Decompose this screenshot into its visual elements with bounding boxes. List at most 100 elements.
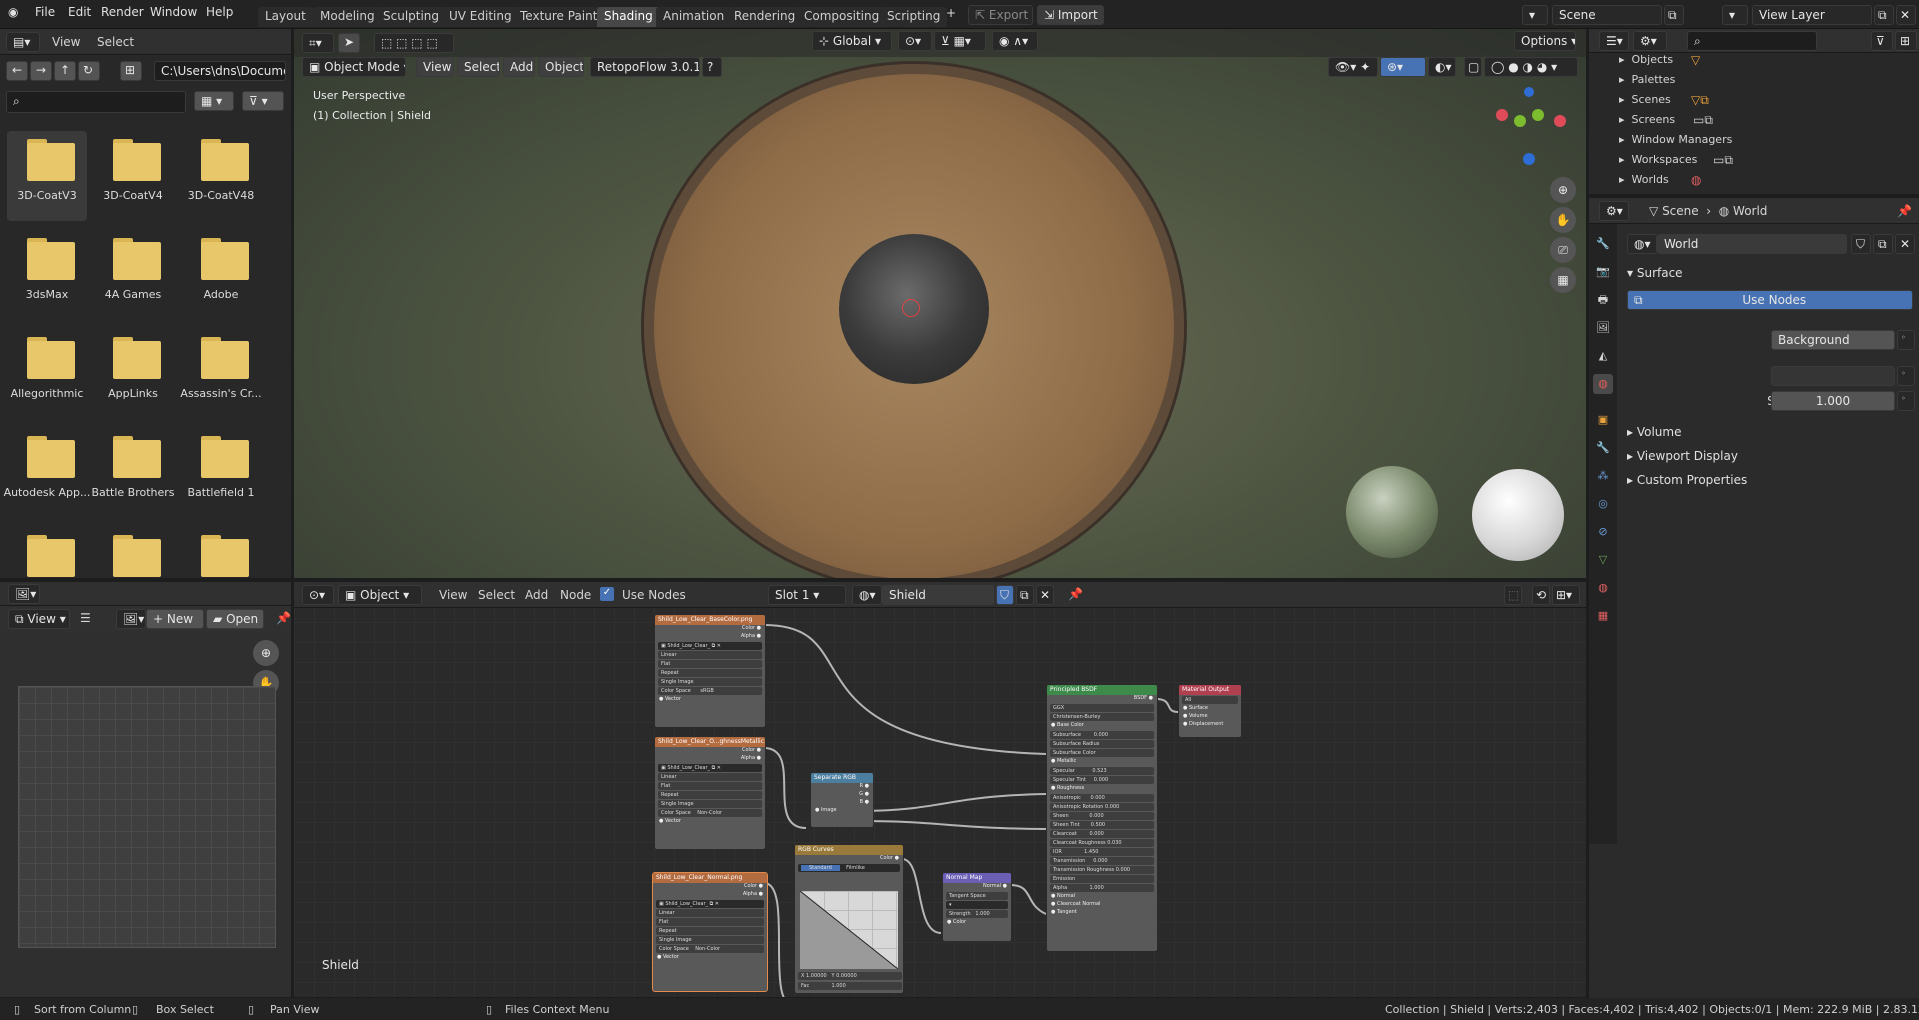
folder-item[interactable]: Battlefield 1 — [181, 428, 261, 518]
tab-compositing[interactable]: Compositing — [797, 7, 887, 27]
editor-type-icon[interactable]: ▤▾ — [6, 32, 40, 52]
folder-item[interactable]: Allegorithmic — [7, 329, 87, 419]
fake-user-icon[interactable]: ⛉ — [1851, 234, 1871, 254]
axis-neg-y-icon[interactable] — [1532, 109, 1544, 121]
socket-base-color[interactable]: ● Base Color — [1047, 722, 1157, 730]
outliner-search-input[interactable]: ⌕ — [1687, 31, 1817, 51]
render-tab-icon[interactable]: 📷 — [1593, 262, 1613, 282]
socket-displacement[interactable]: ● Displacement — [1179, 721, 1241, 729]
retopoflow-menu[interactable]: RetopoFlow 3.0.1 ▾ — [590, 57, 700, 77]
socket-vector-in[interactable]: ● Vector — [653, 954, 767, 962]
transmission-roughness-field[interactable]: Transmission Roughness 0.000 — [1050, 866, 1154, 874]
specular-tint-field[interactable]: Specular Tint 0.000 — [1050, 776, 1154, 784]
socket-b-out[interactable]: B ● — [811, 799, 873, 807]
axis-neg-x-icon[interactable] — [1496, 109, 1508, 121]
view-layer-remove-icon[interactable]: ✕ — [1896, 5, 1916, 25]
socket-alpha-out[interactable]: Alpha ● — [655, 633, 765, 641]
pan-hand-icon[interactable]: ✋ — [1550, 207, 1576, 233]
output-tab-icon[interactable]: 🖶 — [1593, 290, 1613, 310]
overlay-icon[interactable]: ◐▾ — [1428, 57, 1456, 77]
extension-select[interactable]: Repeat — [658, 791, 762, 799]
data-tab-icon[interactable]: ▽ — [1593, 550, 1613, 570]
folder-item[interactable]: 3D-CoatV4 — [93, 131, 173, 221]
strength-socket-icon[interactable]: ◦ — [1897, 391, 1915, 411]
filter-icon[interactable]: ⊽ ▾ — [242, 91, 284, 111]
folder-item[interactable]: 4A Games — [93, 230, 173, 320]
navigation-gizmo[interactable] — [1496, 87, 1570, 177]
node-image-texture-basecolor[interactable]: Shild_Low_Clear_BaseColor.png Color ● Al… — [654, 614, 766, 728]
constraints-tab-icon[interactable]: ⊘ — [1593, 522, 1613, 542]
folder-item[interactable]: Battle Brothers — [91, 428, 175, 518]
grid-view-icon[interactable]: ▦ — [1550, 267, 1576, 293]
modifier-tab-icon[interactable]: 🔧 — [1593, 438, 1613, 458]
source-select[interactable]: Single Image — [656, 936, 764, 944]
tab-shading[interactable]: Shading — [597, 7, 660, 27]
proportional-edit-icon[interactable]: ◉ ∧▾ — [992, 31, 1038, 51]
select-tool-icon[interactable]: ➤ — [338, 33, 360, 53]
import-button[interactable]: ⇲ Import — [1037, 5, 1104, 25]
socket-color-out[interactable]: Color ● — [655, 747, 765, 755]
ie-view-menu[interactable]: ⧉ View ▾ — [8, 609, 70, 629]
anisotropic-rotation-field[interactable]: Anisotropic Rotation 0.000 — [1050, 803, 1154, 811]
display-mode-outliner-icon[interactable]: ⚙▾ — [1633, 31, 1667, 51]
hamburger-icon[interactable]: ☰ — [80, 611, 91, 625]
snap-icon[interactable]: ⊻ ▦▾ — [934, 31, 986, 51]
pin-icon[interactable]: 📌 — [276, 611, 291, 625]
socket-r-out[interactable]: R ● — [811, 783, 873, 791]
surface-shader-select[interactable]: Background — [1771, 330, 1895, 350]
outliner-item-objects[interactable]: ▸ Objects — [1619, 53, 1673, 66]
curve-point-xy[interactable]: X 1.00000 Y 0.00000 — [798, 972, 902, 980]
fb-search-input[interactable]: ⌕ — [6, 91, 186, 113]
interpolation-select[interactable]: Linear — [656, 909, 764, 917]
node-rgb-curves[interactable]: RGB Curves Color ● Standard Filmlike X 1… — [794, 844, 904, 994]
view-layer-field[interactable]: View Layer — [1752, 5, 1872, 25]
socket-g-out[interactable]: G ● — [811, 791, 873, 799]
selection-mode-icons[interactable]: ⬚ ⬚ ⬚ ⬚ — [374, 33, 454, 53]
outliner-type-icon[interactable]: ☰▾ — [1599, 31, 1629, 51]
world-name-field[interactable]: World — [1657, 234, 1847, 254]
volume-panel-header[interactable]: ▸ Volume — [1627, 425, 1681, 439]
folder-item[interactable]: 3D-CoatV3 — [7, 131, 87, 221]
colorspace-select[interactable]: Color Space Non-Color — [658, 809, 762, 817]
properties-type-icon[interactable]: ⚙▾ — [1599, 201, 1629, 221]
outliner-item-workspaces[interactable]: ▸ Workspaces — [1619, 153, 1697, 166]
node-material-output[interactable]: Material Output All ● Surface ● Volume ●… — [1178, 684, 1242, 738]
tool-tab-icon[interactable]: 🔧 — [1593, 234, 1613, 254]
menu-file[interactable]: File — [35, 5, 55, 19]
node-separate-rgb[interactable]: Separate RGB R ● G ● B ● ● Image — [810, 772, 874, 828]
clearcoat-field[interactable]: Clearcoat 0.000 — [1050, 830, 1154, 838]
unlink-world-icon[interactable]: ✕ — [1895, 234, 1915, 254]
vp-menu-view[interactable]: View — [416, 57, 454, 77]
folder-item[interactable] — [93, 527, 173, 577]
strength-field[interactable]: 1.000 — [1771, 391, 1895, 411]
projection-select[interactable]: Flat — [658, 660, 762, 668]
options-menu[interactable]: Options ▾ — [1514, 31, 1576, 51]
shading-modes-icon[interactable]: ◯ ● ◑ ◕ ▾ — [1484, 57, 1578, 77]
material-tab-icon[interactable]: ◍ — [1593, 578, 1613, 598]
refresh-icon[interactable]: ↻ — [78, 61, 100, 81]
editor-type-3d-icon[interactable]: ⌗▾ — [302, 33, 334, 53]
forward-icon[interactable]: → — [30, 61, 52, 81]
outliner-item-screens[interactable]: ▸ Screens — [1619, 113, 1675, 126]
new-folder-icon[interactable]: ⊞ — [120, 61, 142, 81]
extension-select[interactable]: Repeat — [658, 669, 762, 677]
socket-clearcoat-normal[interactable]: ● Clearcoat Normal — [1047, 901, 1157, 909]
specular-field[interactable]: Specular 0.523 — [1050, 767, 1154, 775]
object-tab-icon[interactable]: ▣ — [1593, 410, 1613, 430]
tab-rendering[interactable]: Rendering — [727, 7, 803, 27]
duplicate-world-icon[interactable]: ⧉ — [1873, 234, 1893, 254]
ior-field[interactable]: IOR 1.450 — [1050, 848, 1154, 856]
folder-item[interactable]: Autodesk App... — [4, 428, 90, 518]
xray-icon[interactable]: ▢ — [1464, 57, 1482, 77]
image-editor-type-icon[interactable]: 🖼▾ — [8, 584, 40, 604]
alpha-field[interactable]: Alpha 1.000 — [1050, 884, 1154, 892]
source-select[interactable]: Single Image — [658, 678, 762, 686]
scene-name-field[interactable]: Scene — [1552, 5, 1662, 25]
image-slot[interactable]: ▣ Shild_Low_Clear_ ⧉ ✕ — [656, 900, 764, 908]
world-tab-icon[interactable]: ◍ — [1593, 374, 1613, 394]
fb-menu-select[interactable]: Select — [97, 35, 134, 49]
help-icon[interactable]: ? — [702, 57, 722, 77]
path-field[interactable]: C:\Users\dns\Docume... — [154, 61, 286, 81]
scene-browse-icon[interactable]: ▾ — [1522, 5, 1548, 25]
folder-item[interactable]: Assassin's Cr... — [180, 329, 262, 419]
